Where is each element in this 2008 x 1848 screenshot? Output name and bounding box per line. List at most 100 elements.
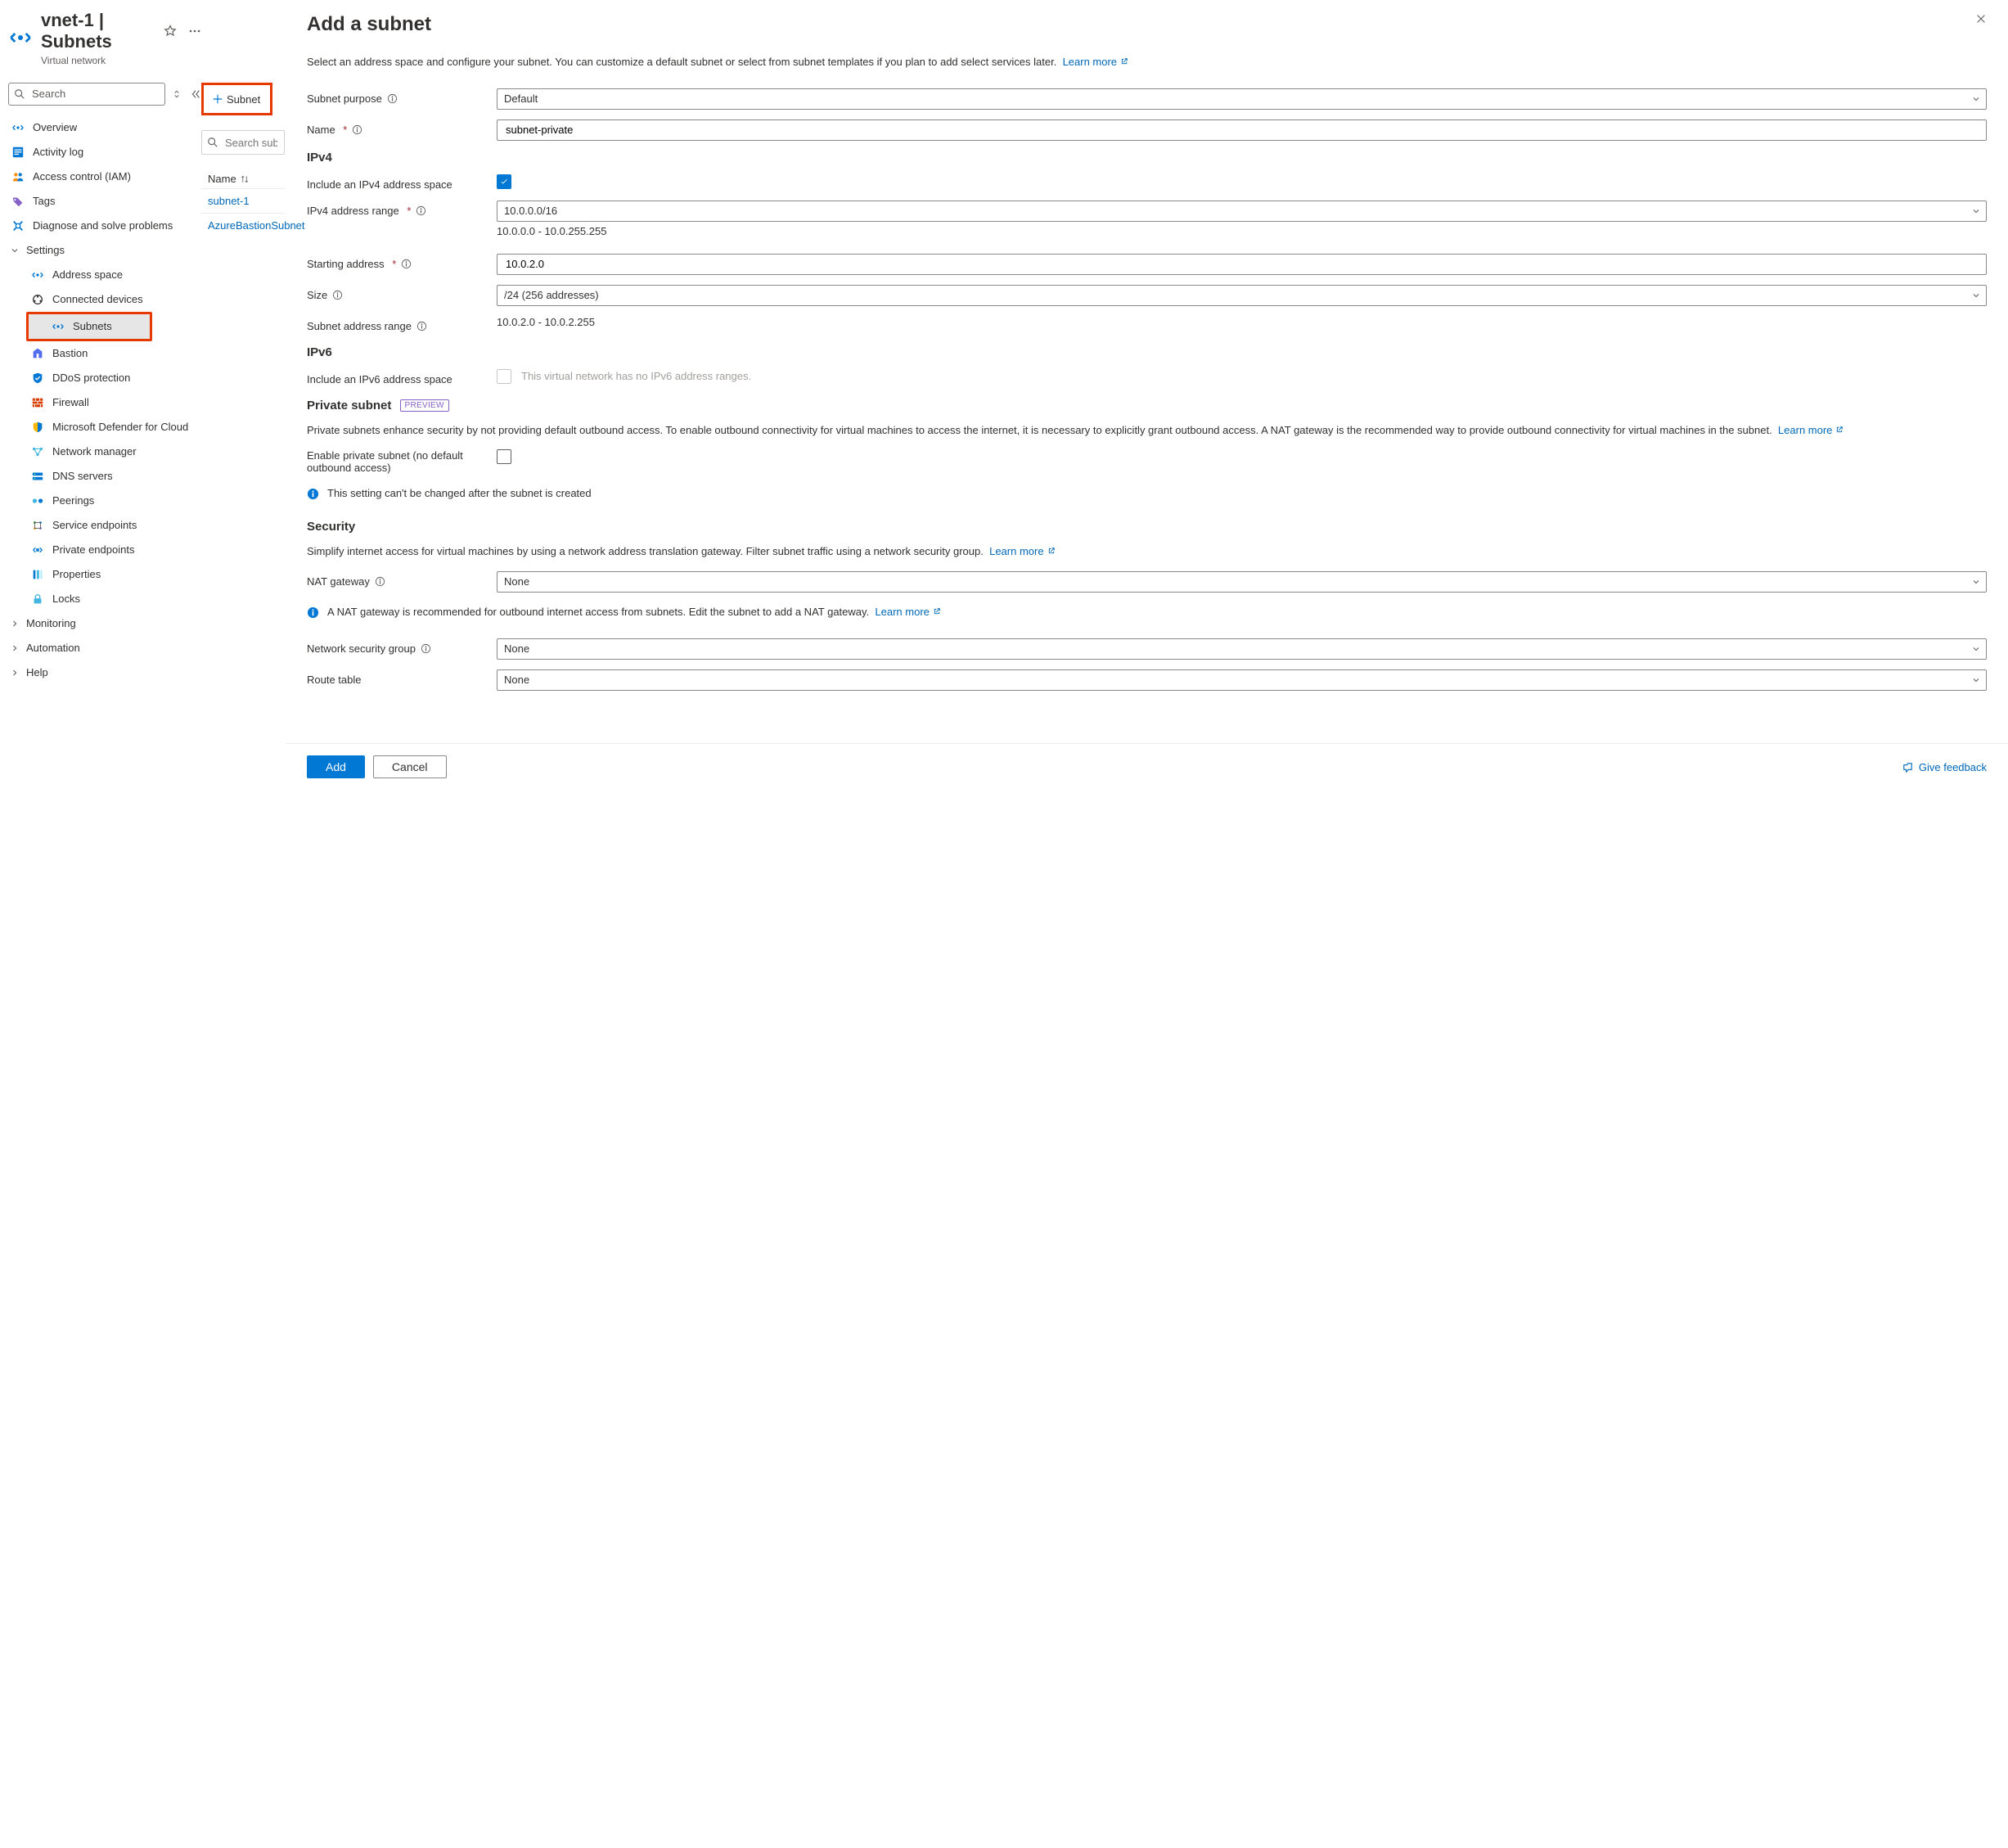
ipv4-range-select[interactable]: 10.0.0.0/16 xyxy=(497,201,1987,222)
nav-item-activity-log[interactable]: Activity log xyxy=(8,140,201,165)
peerings-icon xyxy=(31,494,44,507)
netmgr-icon xyxy=(31,445,44,458)
info-icon[interactable] xyxy=(352,124,362,135)
nav-item-connected-devices[interactable]: Connected devices xyxy=(8,287,201,312)
starting-address-input[interactable] xyxy=(497,254,1987,275)
expand-collapse-icon[interactable] xyxy=(172,89,183,99)
nav-group-monitoring[interactable]: Monitoring xyxy=(8,611,201,636)
nav-item-private-endpoints[interactable]: Private endpoints xyxy=(8,538,201,562)
info-icon[interactable] xyxy=(375,576,385,587)
label-subnet-addr-range: Subnet address range xyxy=(307,316,497,332)
nav-item-overview[interactable]: Overview xyxy=(8,115,201,140)
subnet-purpose-select[interactable]: Default xyxy=(497,88,1987,110)
pep-icon xyxy=(31,543,44,557)
learn-more-link[interactable]: Learn more xyxy=(1063,56,1128,68)
nav-group-automation[interactable]: Automation xyxy=(8,636,201,660)
section-ipv6: IPv6 xyxy=(307,345,1987,359)
panel-title: Add a subnet xyxy=(307,13,431,36)
info-icon[interactable] xyxy=(387,93,398,104)
nav-item-address-space[interactable]: Address space xyxy=(8,263,201,287)
add-subnet-panel: Add a subnet Select an address space and… xyxy=(285,0,2008,791)
learn-more-link[interactable]: Learn more xyxy=(1778,424,1844,436)
subnet-search[interactable] xyxy=(201,130,285,155)
nav-item-firewall[interactable]: Firewall xyxy=(8,390,201,415)
vnet-icon xyxy=(8,25,33,50)
chevron-down-icon xyxy=(1971,206,1981,216)
nav-item-tags[interactable]: Tags xyxy=(8,189,201,214)
nav-item-ddos-protection[interactable]: DDoS protection xyxy=(8,366,201,390)
label-include-ipv6: Include an IPv6 address space xyxy=(307,369,497,385)
chevron-down-icon xyxy=(1971,644,1981,654)
nav-group-settings[interactable]: Settings xyxy=(8,238,201,263)
size-select[interactable]: /24 (256 addresses) xyxy=(497,285,1987,306)
column-header-name[interactable]: Name xyxy=(201,169,285,188)
label-nat-gateway: NAT gateway xyxy=(307,571,497,588)
add-subnet-label: Subnet xyxy=(227,93,260,106)
nav-item-diagnose-and-solve-problems[interactable]: Diagnose and solve problems xyxy=(8,214,201,238)
sidebar-search-input[interactable] xyxy=(30,87,160,101)
info-icon[interactable] xyxy=(332,290,343,300)
panel-footer: Add Cancel Give feedback xyxy=(286,743,2008,791)
collapse-sidebar-icon[interactable] xyxy=(190,88,201,100)
starting-address-field[interactable] xyxy=(504,257,1979,271)
diagnose-icon xyxy=(11,219,25,232)
close-icon[interactable] xyxy=(1975,13,1987,25)
learn-more-link[interactable]: Learn more xyxy=(875,606,940,618)
info-icon[interactable] xyxy=(416,321,427,331)
nav-item-network-manager[interactable]: Network manager xyxy=(8,439,201,464)
page-subtitle: Virtual network xyxy=(41,55,201,66)
svcend-icon xyxy=(31,519,44,532)
nav-group-help[interactable]: Help xyxy=(8,660,201,685)
nav-item-locks[interactable]: Locks xyxy=(8,587,201,611)
info-icon[interactable] xyxy=(401,259,412,269)
label-ipv4-range: IPv4 address range * xyxy=(307,201,497,217)
page-header: vnet-1 | Subnets Virtual network xyxy=(8,7,201,68)
nav-item-properties[interactable]: Properties xyxy=(8,562,201,587)
nav-item-peerings[interactable]: Peerings xyxy=(8,489,201,513)
chevron-down-icon xyxy=(1971,577,1981,587)
subnet-search-input[interactable] xyxy=(223,136,279,150)
favorite-star-icon[interactable] xyxy=(164,25,177,38)
label-enable-private: Enable private subnet (no default outbou… xyxy=(307,449,497,474)
route-table-select[interactable]: None xyxy=(497,669,1987,691)
nav-item-access-control-iam-[interactable]: Access control (IAM) xyxy=(8,165,201,189)
add-subnet-button[interactable]: Subnet xyxy=(201,83,272,115)
enable-private-checkbox[interactable] xyxy=(497,449,511,464)
ipv6-disabled-text: This virtual network has no IPv6 address… xyxy=(521,370,751,382)
info-icon[interactable] xyxy=(416,205,426,216)
more-icon[interactable] xyxy=(188,25,201,38)
cancel-button[interactable]: Cancel xyxy=(373,755,447,778)
defender-icon xyxy=(31,421,44,434)
include-ipv4-checkbox[interactable] xyxy=(497,174,511,189)
label-include-ipv4: Include an IPv4 address space xyxy=(307,174,497,191)
nat-gateway-select[interactable]: None xyxy=(497,571,1987,593)
label-size: Size xyxy=(307,285,497,301)
nav-item-subnets[interactable]: Subnets xyxy=(29,314,150,339)
nav-item-bastion[interactable]: Bastion xyxy=(8,341,201,366)
nav-item-microsoft-defender-for-cloud[interactable]: Microsoft Defender for Cloud xyxy=(8,415,201,439)
props-icon xyxy=(31,568,44,581)
section-ipv4: IPv4 xyxy=(307,151,1987,165)
sidebar-search[interactable] xyxy=(8,83,165,106)
name-input[interactable] xyxy=(497,119,1987,141)
nav-group-label: Settings xyxy=(26,244,65,256)
info-fill-icon xyxy=(307,606,319,619)
page-title: vnet-1 | Subnets xyxy=(41,10,152,53)
section-private-subnet: Private subnet PREVIEW xyxy=(307,399,1987,412)
activity-icon xyxy=(11,146,25,159)
subnet-list-column: Subnet Name subnet-1AzureBastionSubnet xyxy=(201,0,285,791)
info-icon[interactable] xyxy=(421,643,431,654)
nav-item-service-endpoints[interactable]: Service endpoints xyxy=(8,513,201,538)
learn-more-link[interactable]: Learn more xyxy=(989,545,1055,557)
add-button[interactable]: Add xyxy=(307,755,365,778)
nav-item-dns-servers[interactable]: DNS servers xyxy=(8,464,201,489)
give-feedback-link[interactable]: Give feedback xyxy=(1902,761,1987,773)
private-warning: This setting can't be changed after the … xyxy=(307,487,1987,500)
subnet-row[interactable]: AzureBastionSubnet xyxy=(201,213,285,237)
name-field[interactable] xyxy=(504,123,1979,137)
devices-icon xyxy=(31,293,44,306)
search-icon xyxy=(207,137,218,148)
subnet-row[interactable]: subnet-1 xyxy=(201,188,285,213)
section-security: Security xyxy=(307,520,1987,534)
nsg-select[interactable]: None xyxy=(497,638,1987,660)
